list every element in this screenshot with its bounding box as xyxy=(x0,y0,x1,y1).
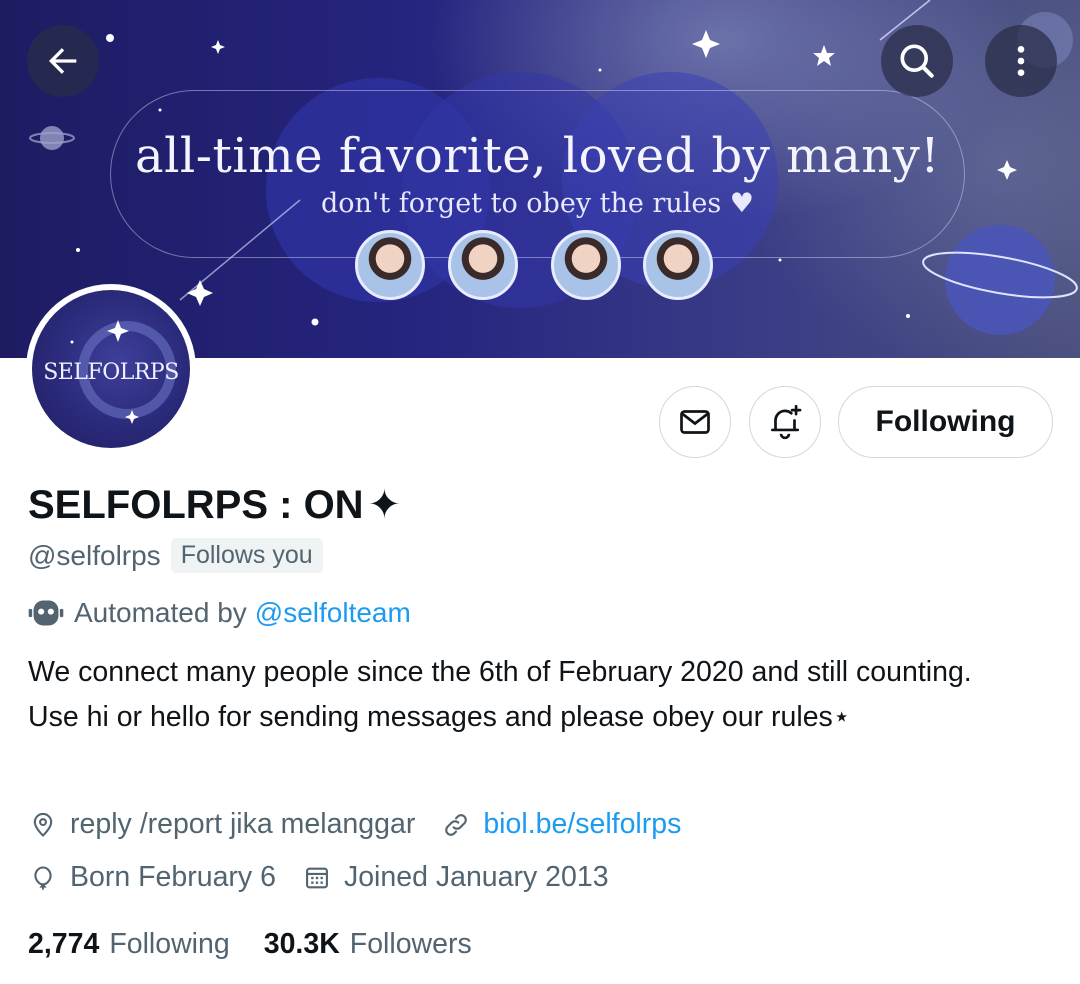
avatar-image: SELFOLRPS xyxy=(32,290,190,448)
website-link[interactable]: biol.be/selfolrps xyxy=(483,808,681,841)
member-photo xyxy=(643,230,713,300)
following-button[interactable]: Following xyxy=(838,386,1053,458)
handle: @selfolrps xyxy=(28,539,161,571)
birthday-text: Born February 6 xyxy=(70,861,276,893)
handle-row: @selfolrps Follows you xyxy=(28,538,323,573)
automated-label: Automated by @selfolteam xyxy=(28,596,411,630)
avatar[interactable]: SELFOLRPS xyxy=(26,284,196,454)
follow-stats: 2,774 Following 30.3K Followers xyxy=(28,928,506,961)
display-name-text: SELFOLRPS : ON xyxy=(28,482,364,527)
message-button[interactable] xyxy=(659,386,731,458)
following-stat[interactable]: 2,774 Following xyxy=(28,928,230,961)
automated-by-link[interactable]: @selfolteam xyxy=(255,597,411,629)
automated-prefix: Automated by xyxy=(74,597,247,628)
search-button[interactable] xyxy=(881,25,953,97)
more-vertical-icon xyxy=(1017,46,1025,76)
joined-text: Joined January 2013 xyxy=(343,861,609,893)
notifications-button[interactable] xyxy=(749,386,821,458)
sparkle-icon: ✦ xyxy=(367,483,402,527)
more-button[interactable] xyxy=(985,25,1057,97)
followers-count: 30.3K xyxy=(263,928,340,960)
member-photo xyxy=(448,230,518,300)
search-icon xyxy=(900,44,934,78)
member-photo xyxy=(551,230,621,300)
balloon-icon xyxy=(28,863,58,893)
banner-subtitle: don't forget to obey the rules ♥ xyxy=(320,188,755,219)
member-photo xyxy=(355,230,425,300)
joined-item: Joined January 2013 xyxy=(302,861,609,894)
link-icon xyxy=(441,810,471,840)
birthday-item: Born February 6 xyxy=(28,861,276,894)
meta-row-1: reply /report jika melanggar biol.be/sel… xyxy=(28,808,707,841)
bio: We connect many people since the 6th of … xyxy=(28,656,972,733)
following-count: 2,774 xyxy=(28,928,100,960)
display-name: SELFOLRPS : ON ✦ xyxy=(28,482,401,528)
back-button[interactable] xyxy=(27,25,99,97)
followers-label: Followers xyxy=(349,928,472,960)
envelope-icon xyxy=(680,410,710,434)
arrow-left-icon xyxy=(49,48,77,74)
location-text: reply /report jika melanggar xyxy=(70,808,416,840)
followers-stat[interactable]: 30.3K Followers xyxy=(264,928,472,961)
following-label: Following xyxy=(109,928,230,960)
banner-member-photos xyxy=(355,230,715,302)
location-item: reply /report jika melanggar xyxy=(28,808,415,841)
avatar-label: SELFOLRPS xyxy=(43,360,179,385)
banner-title: all-time favorite, loved by many! xyxy=(134,128,941,184)
follows-you-badge: Follows you xyxy=(170,538,323,573)
bell-plus-icon xyxy=(770,404,802,440)
bot-icon xyxy=(28,600,64,626)
location-pin-icon xyxy=(28,810,58,840)
calendar-icon xyxy=(302,863,332,893)
meta-row-2: Born February 6 Joined January 2013 xyxy=(28,861,635,894)
website-item: biol.be/selfolrps xyxy=(441,808,681,841)
